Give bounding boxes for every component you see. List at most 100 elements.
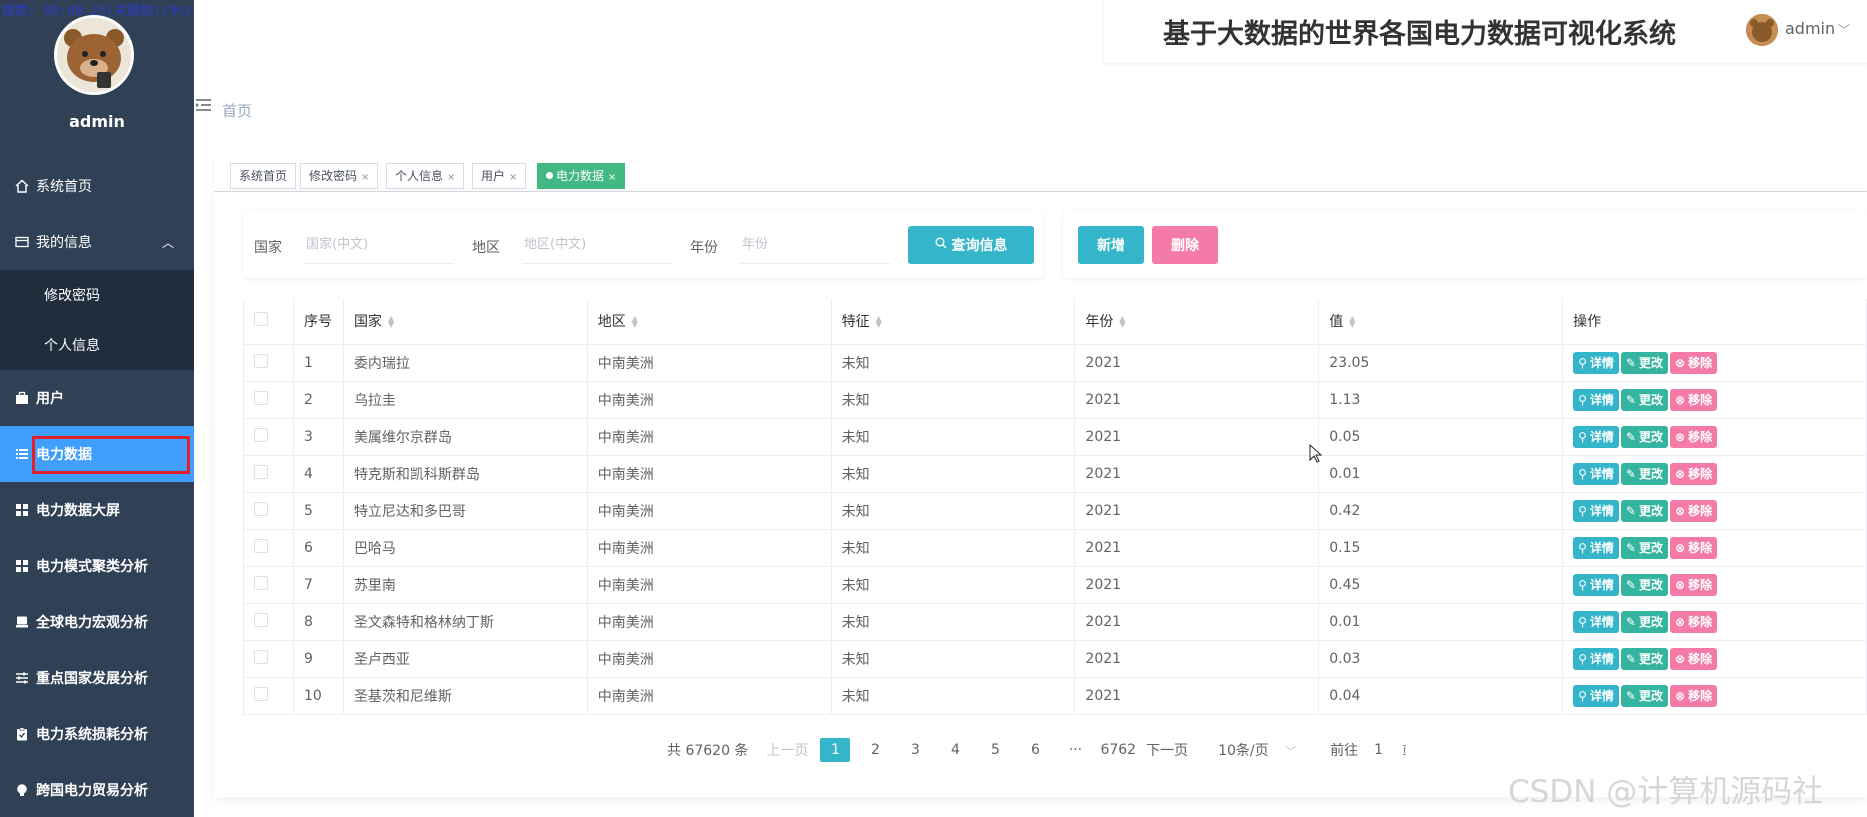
remove-button[interactable]: ⊗ 移除: [1670, 684, 1718, 707]
sidebar-item-power-data[interactable]: 电力数据: [0, 426, 194, 482]
remove-icon: ⊗: [1675, 688, 1686, 703]
remove-button[interactable]: ⊗ 移除: [1670, 610, 1718, 633]
row-checkbox[interactable]: [243, 344, 294, 382]
remove-button[interactable]: ⊗ 移除: [1670, 388, 1718, 411]
breadcrumb[interactable]: 首页: [222, 100, 252, 121]
avatar[interactable]: [1746, 14, 1778, 46]
table-row: 9 圣卢西亚 中南美洲 未知 2021 0.03 ⚲ 详情 ✎ 更改 ⊗ 移除: [243, 640, 1867, 678]
page-4[interactable]: 4: [940, 738, 970, 762]
detail-button[interactable]: ⚲ 详情: [1573, 499, 1619, 522]
detail-button[interactable]: ⚲ 详情: [1573, 573, 1619, 596]
close-icon[interactable]: ×: [509, 172, 517, 183]
edit-button[interactable]: ✎ 更改: [1620, 573, 1668, 596]
remove-button[interactable]: ⊗ 移除: [1670, 462, 1718, 485]
goto-input[interactable]: 1: [1374, 742, 1398, 758]
edit-button[interactable]: ✎ 更改: [1620, 684, 1668, 707]
row-checkbox[interactable]: [243, 492, 294, 530]
tab-users[interactable]: 用户 ×: [472, 163, 527, 189]
year-input[interactable]: 年份: [740, 226, 890, 264]
prev-page-button[interactable]: 上一页: [766, 740, 808, 760]
column-header-country[interactable]: 国家 ▲ ▼: [343, 299, 588, 345]
chevron-down-icon[interactable]: ﹀: [1838, 21, 1850, 38]
sidebar-item-profile[interactable]: 个人信息: [0, 320, 194, 370]
page-3[interactable]: 3: [900, 738, 930, 762]
region-input[interactable]: 地区(中文): [522, 226, 672, 264]
edit-button[interactable]: ✎ 更改: [1620, 351, 1668, 374]
remove-button[interactable]: ⊗ 移除: [1670, 499, 1718, 522]
row-checkbox[interactable]: [243, 381, 294, 419]
row-checkbox[interactable]: [243, 418, 294, 456]
sidebar-item-users[interactable]: 用户: [0, 370, 194, 426]
sidebar-item-my-info[interactable]: 我的信息 ︿: [0, 214, 194, 270]
page-6[interactable]: 6: [1020, 738, 1050, 762]
page-5[interactable]: 5: [980, 738, 1010, 762]
sidebar-item-loss-analysis[interactable]: 电力系统损耗分析: [0, 706, 194, 762]
cell-country: 巴哈马: [343, 529, 588, 567]
edit-button[interactable]: ✎ 更改: [1620, 388, 1668, 411]
edit-button[interactable]: ✎ 更改: [1620, 425, 1668, 448]
page-1[interactable]: 1: [820, 738, 851, 762]
tab-power-data[interactable]: 电力数据 ×: [537, 163, 626, 189]
detail-button[interactable]: ⚲ 详情: [1573, 610, 1619, 633]
column-header-value[interactable]: 值 ▲ ▼: [1318, 299, 1564, 345]
close-icon[interactable]: ×: [608, 172, 616, 183]
edit-button[interactable]: ✎ 更改: [1620, 610, 1668, 633]
sort-icon[interactable]: ▲ ▼: [632, 315, 638, 329]
sidebar-item-trade-analysis[interactable]: 跨国电力贸易分析: [0, 762, 194, 817]
country-input[interactable]: 国家(中文): [304, 226, 454, 264]
column-header-region[interactable]: 地区 ▲ ▼: [587, 299, 832, 345]
sidebar-item-change-password[interactable]: 修改密码: [0, 270, 194, 320]
detail-button[interactable]: ⚲ 详情: [1573, 647, 1619, 670]
more-pages-icon[interactable]: ···: [1060, 738, 1090, 762]
page-last[interactable]: 6762: [1100, 738, 1136, 762]
edit-button[interactable]: ✎ 更改: [1620, 499, 1668, 522]
row-checkbox[interactable]: [243, 640, 294, 678]
detail-button[interactable]: ⚲ 详情: [1573, 462, 1619, 485]
sidebar-item-global-analysis[interactable]: 全球电力宏观分析: [0, 594, 194, 650]
remove-button[interactable]: ⊗ 移除: [1670, 573, 1718, 596]
remove-button[interactable]: ⊗ 移除: [1670, 536, 1718, 559]
tab-home[interactable]: 系统首页: [230, 163, 297, 189]
page-size-select[interactable]: 10条/页 ﹀: [1218, 740, 1304, 760]
header-username[interactable]: admin: [1785, 19, 1835, 38]
row-checkbox[interactable]: [243, 566, 294, 604]
add-button[interactable]: 新增: [1078, 226, 1144, 264]
detail-label: 详情: [1589, 393, 1614, 407]
query-button[interactable]: 查询信息: [908, 226, 1034, 264]
remove-button[interactable]: ⊗ 移除: [1670, 351, 1718, 374]
select-all-checkbox[interactable]: [243, 299, 294, 345]
tab-profile[interactable]: 个人信息 ×: [386, 163, 465, 189]
edit-button[interactable]: ✎ 更改: [1620, 462, 1668, 485]
remove-button[interactable]: ⊗ 移除: [1670, 647, 1718, 670]
sidebar-item-dashboard[interactable]: 电力数据大屏: [0, 482, 194, 538]
detail-button[interactable]: ⚲ 详情: [1573, 684, 1619, 707]
page-2[interactable]: 2: [860, 738, 890, 762]
row-checkbox[interactable]: [243, 455, 294, 493]
sidebar-item-home[interactable]: 系统首页: [0, 158, 194, 214]
sort-icon[interactable]: ▲ ▼: [388, 315, 394, 329]
row-checkbox[interactable]: [243, 529, 294, 567]
detail-button[interactable]: ⚲ 详情: [1573, 351, 1619, 374]
edit-button[interactable]: ✎ 更改: [1620, 647, 1668, 670]
remove-button[interactable]: ⊗ 移除: [1670, 425, 1718, 448]
delete-button[interactable]: 删除: [1152, 226, 1218, 264]
column-header-feature[interactable]: 特征 ▲ ▼: [831, 299, 1076, 345]
avatar[interactable]: [54, 15, 134, 95]
row-checkbox[interactable]: [243, 603, 294, 641]
column-header-year[interactable]: 年份 ▲ ▼: [1074, 299, 1320, 345]
sort-icon[interactable]: ▲ ▼: [876, 315, 882, 329]
detail-button[interactable]: ⚲ 详情: [1573, 388, 1619, 411]
edit-button[interactable]: ✎ 更改: [1620, 536, 1668, 559]
row-checkbox[interactable]: [243, 677, 294, 715]
sort-icon[interactable]: ▲ ▼: [1119, 315, 1125, 329]
sidebar-item-cluster-analysis[interactable]: 电力模式聚类分析: [0, 538, 194, 594]
tab-change-password[interactable]: 修改密码 ×: [300, 163, 379, 189]
next-page-button[interactable]: 下一页: [1146, 740, 1188, 760]
detail-button[interactable]: ⚲ 详情: [1573, 536, 1619, 559]
detail-button[interactable]: ⚲ 详情: [1573, 425, 1619, 448]
sidebar-item-key-countries[interactable]: 重点国家发展分析: [0, 650, 194, 706]
close-icon[interactable]: ×: [447, 172, 455, 183]
sort-icon[interactable]: ▲ ▼: [1349, 315, 1355, 329]
menu-toggle-icon[interactable]: [196, 97, 212, 116]
close-icon[interactable]: ×: [361, 172, 369, 183]
